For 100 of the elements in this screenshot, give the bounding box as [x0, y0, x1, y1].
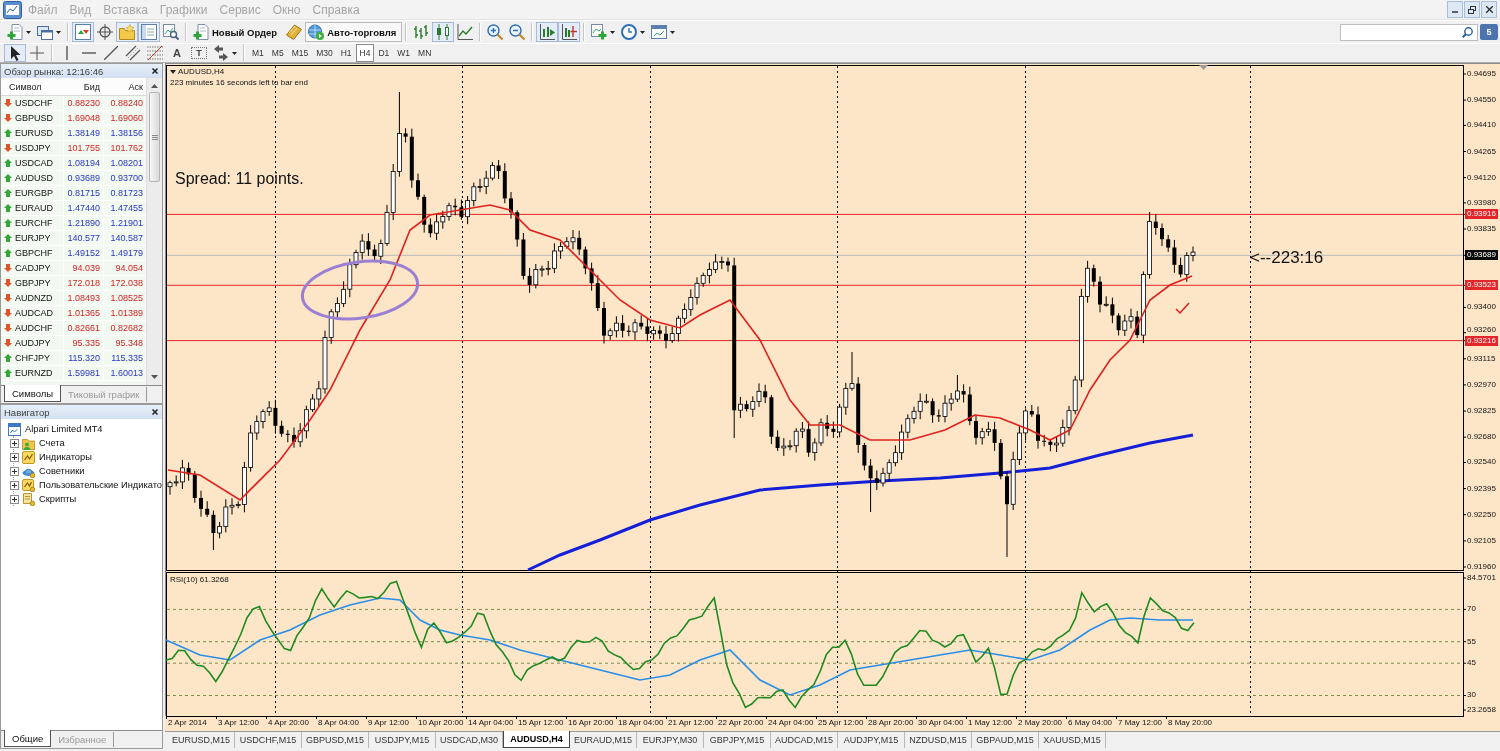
chart-tab[interactable]: XAUUSD,M15 — [1039, 732, 1106, 748]
panel-tab[interactable]: Общие — [4, 730, 52, 747]
symbol-cell-text: EURNZD — [15, 367, 54, 380]
chart-tab[interactable]: EURAUD,M15 — [570, 732, 637, 748]
period-button[interactable]: H1 — [336, 44, 356, 62]
autoscroll-button[interactable] — [558, 22, 581, 42]
price-axis-label: 0.92680 — [1466, 432, 1497, 443]
bid-cell: 1.47440 — [63, 201, 103, 215]
close-icon[interactable] — [152, 68, 158, 74]
bid-cell: 0.82661 — [63, 321, 103, 335]
dropdown-triangle-icon[interactable] — [170, 70, 176, 74]
symbol-cell-text: GBPUSD — [15, 112, 54, 125]
timer-annotation-text: <--223:16 — [1250, 248, 1324, 268]
market-watch-button[interactable] — [72, 22, 94, 42]
tree-item[interactable]: Скрипты — [39, 494, 77, 504]
new-order-button[interactable]: Новый Ордер — [190, 22, 284, 42]
chart-tab[interactable]: AUDCAD,M15 — [771, 732, 838, 748]
text-tool-button[interactable]: A — [166, 44, 188, 62]
chart-tab[interactable]: AUDUSD,H4 — [503, 731, 570, 748]
chart-tab[interactable]: GBPJPY,M15 — [704, 732, 771, 748]
period-button[interactable]: MN — [414, 44, 436, 62]
search-field[interactable] — [1340, 23, 1478, 41]
time-axis-label: 2 May 20:00 — [1018, 717, 1063, 728]
time-axis-label: 28 Apr 20:00 — [868, 717, 914, 728]
symbol-cell-text: CADJPY — [15, 262, 52, 275]
scroll-down-icon[interactable] — [151, 375, 158, 379]
symbol-cell-text: EURJPY — [15, 232, 52, 245]
bid-cell: 95.335 — [63, 336, 103, 350]
tree-item[interactable]: Счета — [39, 438, 65, 448]
period-button[interactable]: H4 — [355, 44, 375, 62]
close-button[interactable] — [1481, 1, 1497, 18]
price-axis-label: 0.92105 — [1466, 535, 1497, 546]
price-axis-label: 0.93400 — [1466, 302, 1497, 313]
chart-tab[interactable]: USDCHF,M15 — [235, 732, 302, 748]
expand-icon[interactable] — [10, 466, 19, 476]
expand-icon[interactable] — [10, 438, 19, 448]
price-axis-label: 0.94410 — [1466, 120, 1497, 131]
cursor-button[interactable] — [4, 44, 26, 62]
bid-cell: 1.59981 — [63, 366, 103, 380]
period-button[interactable]: M1 — [248, 44, 268, 62]
time-axis-label: 15 Apr 12:00 — [518, 717, 564, 728]
strategy-tester-button[interactable] — [160, 22, 182, 42]
zoom-out-icon — [509, 24, 526, 40]
period-button[interactable]: M30 — [312, 44, 337, 62]
bid-cell: 1.69048 — [63, 111, 103, 125]
scrollbar[interactable] — [146, 78, 162, 385]
candlestick-button[interactable] — [432, 22, 455, 42]
restore-button[interactable] — [1464, 1, 1480, 18]
close-icon[interactable] — [152, 409, 158, 415]
period-button[interactable]: M5 — [267, 44, 288, 62]
chart-tab[interactable]: AUDJPY,M15 — [838, 732, 905, 748]
indicator-gear-icon — [22, 478, 35, 492]
symbol-cell-text: EURAUD — [15, 202, 54, 215]
book-icon — [286, 24, 303, 40]
chart-tab[interactable]: NZDUSD,M15 — [905, 732, 972, 748]
folder-person-icon — [22, 436, 35, 450]
messages-button[interactable]: 5 — [1480, 24, 1498, 40]
text-label-button[interactable]: T — [188, 44, 210, 62]
expand-icon[interactable] — [10, 480, 19, 490]
price-axis-label: 0.92825 — [1466, 406, 1497, 417]
tree-item[interactable]: Советники — [39, 466, 85, 476]
trend-line-icon — [104, 46, 118, 60]
chart-tab[interactable]: EURJPY,M30 — [637, 732, 704, 748]
period-button[interactable]: D1 — [374, 44, 394, 62]
price-axis-label: 0.93260 — [1466, 325, 1497, 336]
chart-tab[interactable]: EURUSD,M15 — [168, 732, 235, 748]
tree-item[interactable]: Alpari Limited MT4 — [25, 424, 103, 434]
bid-cell: 1.38149 — [63, 126, 103, 140]
price-axis-label: 0.94550 — [1466, 95, 1497, 106]
list-window-icon — [141, 24, 157, 40]
tree-item[interactable]: Индикаторы — [39, 452, 92, 462]
period-button[interactable]: M15 — [287, 44, 313, 62]
vertical-line-icon — [66, 46, 68, 60]
panel-title: Обзор рынка: 12:16:46 — [4, 65, 105, 77]
expand-icon[interactable] — [10, 494, 19, 504]
fibonacci-button[interactable] — [144, 44, 166, 62]
terminal-button[interactable] — [138, 22, 160, 42]
globe-play-icon — [308, 24, 325, 40]
expand-icon[interactable] — [10, 452, 19, 462]
scroll-up-icon[interactable] — [151, 84, 158, 88]
tree-item[interactable]: Пользовательские Индикато — [39, 480, 162, 490]
panel-tab[interactable]: Символы — [4, 385, 62, 402]
time-axis-label: 4 Apr 20:00 — [268, 717, 309, 728]
chart-tab[interactable]: USDJPY,M15 — [369, 732, 436, 748]
spread-text: Spread: 11 points. — [175, 169, 304, 188]
bid-cell: 94.039 — [63, 261, 103, 275]
symbol-cell-text: USDCAD — [15, 157, 54, 170]
minimize-button[interactable] — [1447, 1, 1463, 18]
data-window-button[interactable] — [94, 22, 116, 42]
autotrading-button[interactable]: Авто-торговля — [305, 22, 403, 42]
bid-cell: 0.93689 — [63, 171, 103, 185]
chart-tab[interactable]: GBPAUD,M15 — [972, 732, 1039, 748]
period-button[interactable]: W1 — [393, 44, 415, 62]
time-axis-label: 8 May 20:00 — [1168, 717, 1213, 728]
caret-icon — [640, 30, 646, 34]
chart-tab[interactable]: GBPUSD,M15 — [302, 732, 369, 748]
scrollbar-thumb[interactable] — [149, 92, 160, 182]
chart-shift-button[interactable] — [536, 22, 559, 42]
time-axis-label: 1 May 12:00 — [968, 717, 1013, 728]
symbol-cell-text: AUDUSD — [15, 172, 54, 185]
